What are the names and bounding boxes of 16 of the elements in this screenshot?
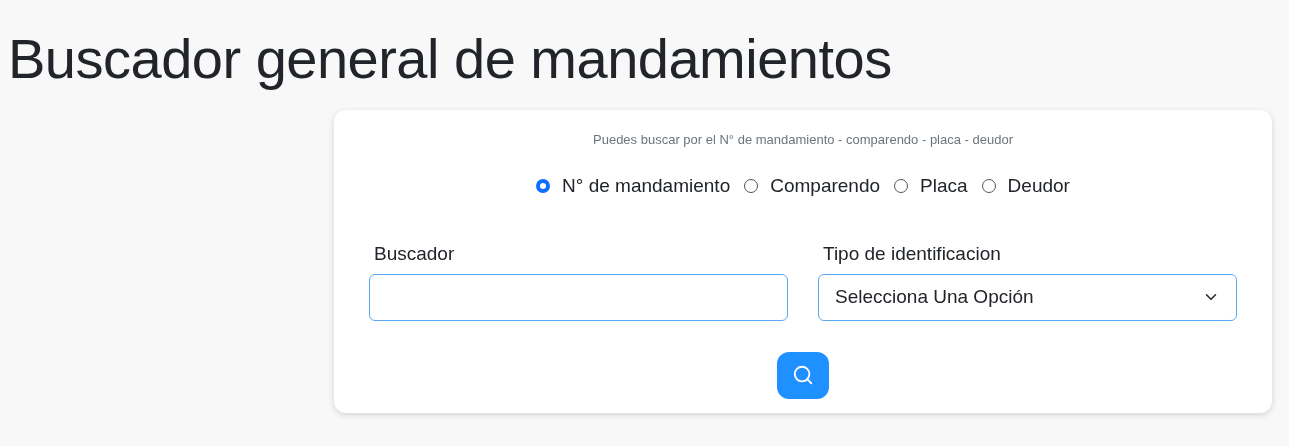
radio-option[interactable]: Comparendo [744, 171, 881, 200]
page-title: Buscador general de mandamientos [7, 26, 893, 92]
radio-button[interactable] [894, 178, 909, 193]
search-field[interactable] [369, 273, 788, 321]
radio-button[interactable] [744, 178, 759, 193]
search-button[interactable] [777, 351, 829, 399]
field-label: Tipo de identificacion [823, 242, 1002, 266]
radio-option[interactable]: Placa [894, 171, 968, 200]
type-select[interactable]: Selecciona Una Opción [818, 273, 1237, 321]
search-icon [792, 364, 814, 386]
radio-option[interactable]: N° de mandamiento [536, 171, 731, 200]
hint-text: Puedes buscar por el N° de mandamiento - comparendo - placa - deudor [592, 131, 1014, 149]
radio-button[interactable] [536, 178, 551, 193]
field-label: Buscador [374, 242, 456, 266]
radio-option[interactable]: Deudor [981, 171, 1070, 200]
radio-button[interactable] [981, 178, 996, 193]
